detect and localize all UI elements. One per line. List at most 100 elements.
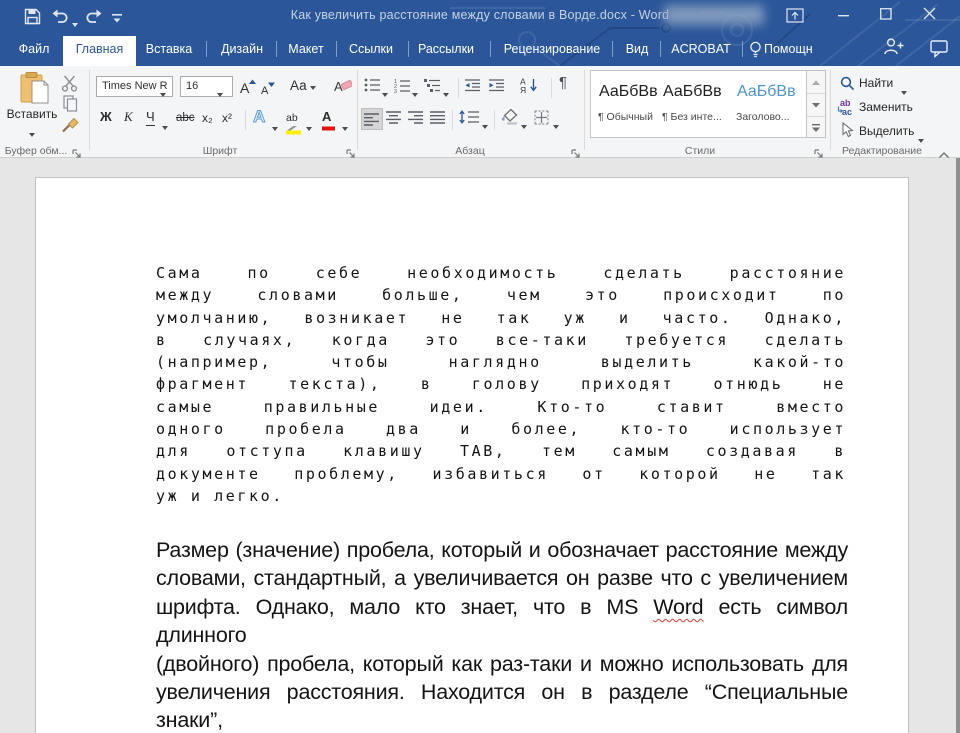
- bullets-button[interactable]: [364, 78, 381, 97]
- font-dialog-launcher[interactable]: [346, 146, 356, 164]
- style-label: ¶ Обычный: [598, 111, 653, 123]
- ribbon-display-options-button[interactable]: [786, 8, 804, 23]
- numbering-dropdown[interactable]: [412, 84, 418, 102]
- close-button[interactable]: [923, 7, 936, 20]
- underline-dropdown[interactable]: [162, 117, 168, 135]
- tab-home[interactable]: Главная: [63, 36, 136, 66]
- paste-button[interactable]: [20, 72, 50, 109]
- style-no-spacing[interactable]: АаБбВв ¶ Без инте...: [659, 71, 727, 137]
- tab-references[interactable]: Ссылки: [340, 33, 402, 66]
- tab-layout[interactable]: Макет: [280, 33, 332, 66]
- numbering-button[interactable]: 123: [394, 78, 411, 98]
- shading-button[interactable]: [500, 109, 519, 130]
- font-size-combo[interactable]: 16: [180, 76, 233, 97]
- paragraph-spaced: Сама по себе необходимость сделать расст…: [156, 262, 846, 507]
- window-title: Как увеличить расстояние между словами в…: [0, 8, 960, 22]
- align-center-button[interactable]: [386, 111, 402, 129]
- multilevel-dropdown[interactable]: [443, 84, 449, 102]
- line-spacing-button[interactable]: [459, 110, 480, 129]
- tab-acrobat[interactable]: ACROBAT: [664, 33, 738, 66]
- clipboard-dialog-launcher[interactable]: [72, 146, 82, 164]
- font-size-dropdown[interactable]: [217, 84, 223, 102]
- select-button[interactable]: Выделить: [859, 124, 914, 138]
- align-right-button[interactable]: [408, 111, 424, 129]
- borders-dropdown[interactable]: [553, 116, 559, 134]
- tab-review[interactable]: Рецензирование: [496, 33, 608, 66]
- shading-dropdown[interactable]: [521, 116, 527, 134]
- justify-button[interactable]: [430, 111, 446, 129]
- tab-view[interactable]: Вид: [616, 33, 658, 66]
- increase-indent-button[interactable]: [488, 79, 505, 97]
- comments-button[interactable]: [930, 40, 949, 63]
- button-separator: [245, 110, 246, 130]
- bullets-dropdown[interactable]: [382, 84, 388, 102]
- clipboard-group-label: Буфер обм...: [2, 145, 70, 157]
- document-line: уж и легко.: [156, 485, 846, 507]
- subscript-button[interactable]: x₂: [202, 111, 213, 125]
- button-separator: [452, 110, 453, 130]
- find-dropdown[interactable]: [901, 82, 907, 100]
- minimize-button[interactable]: [838, 9, 850, 21]
- tab-design[interactable]: Дизайн: [212, 33, 272, 66]
- replace-button[interactable]: Заменить: [859, 100, 913, 114]
- borders-button[interactable]: [534, 110, 549, 130]
- tab-separator: [408, 41, 409, 57]
- styles-scroll-down[interactable]: [807, 94, 825, 117]
- copy-button[interactable]: [63, 95, 78, 117]
- tab-insert[interactable]: Вставка: [140, 33, 198, 66]
- font-color-dropdown[interactable]: [342, 118, 348, 136]
- style-heading1[interactable]: АаБбВв Заголово...: [733, 71, 805, 137]
- style-normal[interactable]: АаБбВв ¶ Обычный: [595, 71, 657, 137]
- document-line: одного пробела два и более, кто-то испол…: [156, 418, 846, 440]
- superscript-button[interactable]: x²: [222, 111, 232, 125]
- document-line: шрифта. Однако, мало кто знает, что в MS…: [156, 593, 848, 650]
- paragraph-narrow: Размер (значение) пробела, который и обо…: [156, 536, 848, 733]
- ribbon: Вставить Буфер обм... Times New R 16 А А…: [0, 66, 960, 158]
- text-effects-dropdown[interactable]: [272, 118, 278, 136]
- styles-scroll-up[interactable]: [807, 71, 825, 94]
- align-left-button[interactable]: [361, 108, 383, 130]
- styles-dialog-launcher[interactable]: [814, 146, 824, 164]
- font-group-label: Шрифт: [150, 145, 290, 157]
- tab-separator: [206, 41, 207, 57]
- text-effects-button[interactable]: А: [253, 107, 265, 127]
- font-color-button[interactable]: А: [322, 108, 336, 131]
- line-spacing-dropdown[interactable]: [482, 116, 488, 134]
- style-preview: АаБбВв: [737, 83, 796, 101]
- highlight-dropdown[interactable]: [306, 118, 312, 136]
- paste-label[interactable]: Вставить: [0, 107, 64, 121]
- format-painter-button[interactable]: [61, 115, 80, 138]
- bold-button[interactable]: Ж: [100, 110, 112, 124]
- decrease-indent-button[interactable]: [464, 79, 481, 97]
- tab-mailings[interactable]: Рассылки: [412, 33, 480, 66]
- multilevel-list-button[interactable]: [424, 78, 442, 98]
- sort-button[interactable]: АЯ: [520, 77, 539, 98]
- scrollbar-edge[interactable]: [956, 158, 960, 733]
- document-page[interactable]: Сама по себе необходимость сделать расст…: [35, 177, 909, 733]
- strikethrough-button[interactable]: abc: [176, 111, 195, 125]
- italic-button[interactable]: К: [124, 110, 133, 124]
- collapse-ribbon-button[interactable]: [938, 146, 950, 164]
- change-case-button[interactable]: Аа: [290, 79, 316, 93]
- tab-tell-me[interactable]: Помощн: [764, 33, 824, 66]
- highlight-button[interactable]: ab: [286, 108, 302, 135]
- svg-text:3: 3: [394, 89, 397, 93]
- pilcrow-button[interactable]: ¶: [559, 74, 567, 91]
- shrink-font-button[interactable]: А: [261, 82, 275, 98]
- maximize-button[interactable]: [880, 8, 892, 20]
- tab-file[interactable]: Файл: [10, 33, 58, 66]
- document-line: в случаях, когда это все-таки требуется …: [156, 329, 846, 351]
- underline-button[interactable]: Ч: [146, 110, 155, 126]
- button-separator: [551, 78, 552, 98]
- document-line: умолчанию, возникает не так уж и часто. …: [156, 307, 846, 329]
- clear-formatting-button[interactable]: А: [334, 78, 352, 99]
- paragraph-dialog-launcher[interactable]: [571, 146, 581, 164]
- font-name-dropdown[interactable]: [160, 84, 166, 102]
- find-button[interactable]: Найти: [859, 76, 893, 90]
- share-button[interactable]: [882, 36, 904, 61]
- styles-more-button[interactable]: [807, 117, 825, 139]
- grow-font-button[interactable]: А: [240, 79, 256, 95]
- paste-dropdown[interactable]: [29, 124, 35, 142]
- style-label: Заголово...: [736, 111, 790, 123]
- cut-button[interactable]: [61, 75, 78, 97]
